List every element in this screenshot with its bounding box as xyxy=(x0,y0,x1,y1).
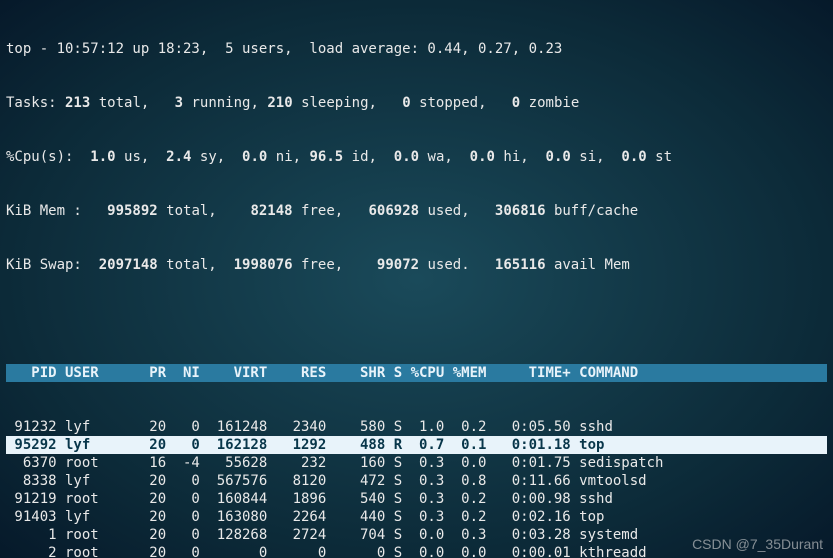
column-header[interactable]: PID USER PR NI VIRT RES SHR S %CPU %MEM … xyxy=(6,364,827,382)
summary-swap: KiB Swap: 2097148 total, 1998076 free, 9… xyxy=(6,256,827,274)
mem-buffcache: 306816 xyxy=(470,203,554,219)
summary-mem: KiB Mem : 995892 total, 82148 free, 6069… xyxy=(6,202,827,220)
mem-label: KiB Mem : xyxy=(6,203,82,219)
process-row[interactable]: 91403 lyf 20 0 163080 2264 440 S 0.3 0.2… xyxy=(6,508,827,526)
swap-used: 99072 xyxy=(343,257,427,273)
blank-line xyxy=(6,310,827,328)
cpu-wa: 0.0 xyxy=(377,149,428,165)
cpu-us: 1.0 xyxy=(73,149,124,165)
tasks-zombie: 0 xyxy=(487,95,529,111)
cpu-id: 96.5 xyxy=(301,149,352,165)
tasks-stopped: 0 xyxy=(377,95,419,111)
cpu-st: 0.0 xyxy=(605,149,656,165)
process-row[interactable]: 91219 root 20 0 160844 1896 540 S 0.3 0.… xyxy=(6,490,827,508)
tasks-running: 3 xyxy=(149,95,191,111)
mem-free: 82148 xyxy=(217,203,301,219)
cpu-label: %Cpu(s): xyxy=(6,149,73,165)
process-row[interactable]: 95292 lyf 20 0 162128 1292 488 R 0.7 0.1… xyxy=(6,436,827,454)
cpu-ni: 0.0 xyxy=(225,149,276,165)
swap-label: KiB Swap: xyxy=(6,257,82,273)
tasks-label: Tasks: xyxy=(6,95,57,111)
process-row[interactable]: 6370 root 16 -4 55628 232 160 S 0.3 0.0 … xyxy=(6,454,827,472)
swap-total: 2097148 xyxy=(82,257,166,273)
swap-free: 1998076 xyxy=(217,257,301,273)
summary-uptime: top - 10:57:12 up 18:23, 5 users, load a… xyxy=(6,40,827,58)
cpu-si: 0.0 xyxy=(529,149,580,165)
swap-avail: 165116 xyxy=(470,257,554,273)
terminal-screen[interactable]: top - 10:57:12 up 18:23, 5 users, load a… xyxy=(0,0,833,558)
tasks-total: 213 xyxy=(57,95,99,111)
mem-used: 606928 xyxy=(343,203,427,219)
tasks-sleeping: 210 xyxy=(259,95,301,111)
process-row[interactable]: 91232 lyf 20 0 161248 2340 580 S 1.0 0.2… xyxy=(6,418,827,436)
process-row[interactable]: 8338 lyf 20 0 567576 8120 472 S 0.3 0.8 … xyxy=(6,472,827,490)
summary-tasks: Tasks: 213 total, 3 running, 210 sleepin… xyxy=(6,94,827,112)
mem-total: 995892 xyxy=(82,203,166,219)
cpu-sy: 2.4 xyxy=(149,149,200,165)
cpu-hi: 0.0 xyxy=(453,149,504,165)
summary-cpu: %Cpu(s): 1.0 us, 2.4 sy, 0.0 ni, 96.5 id… xyxy=(6,148,827,166)
watermark: CSDN @7_35Durant xyxy=(692,536,823,552)
